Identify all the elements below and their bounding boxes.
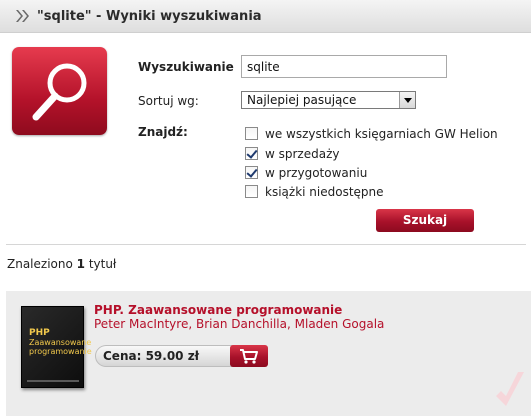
add-to-cart-button[interactable] [230,345,268,367]
price-label: Cena: 59.00 zł [103,349,200,363]
sort-select-value: Najlepiej pasujące [247,93,357,107]
book-cover-footer [27,380,79,382]
checkbox-all-bookstores-label[interactable]: we wszystkich księgarniach GW Helion [265,127,498,141]
checkbox-unavailable-label[interactable]: książki niedostępne [265,185,384,199]
checkbox-all-bookstores[interactable] [245,127,258,140]
search-button[interactable]: Szukaj [376,209,474,232]
results-count-suffix: tytuł [85,257,117,271]
query-label: Wyszukiwanie [138,60,234,74]
find-label: Znajdź: [138,125,188,139]
search-logo [12,47,107,135]
page-header: "sqlite" - Wyniki wyszukiwania [0,0,531,33]
checkbox-in-sale[interactable] [245,147,258,160]
shopping-cart-icon [240,349,258,364]
sort-label: Sortuj wg: [138,94,199,108]
page-title: "sqlite" - Wyniki wyszukiwania [37,9,262,24]
double-chevron-right-icon [16,10,29,22]
sort-select[interactable]: Najlepiej pasujące [241,91,416,109]
checkbox-in-preparation-label[interactable]: w przygotowaniu [265,166,367,180]
checkbox-in-sale-label[interactable]: w sprzedaży [265,147,339,161]
book-cover-title: PHP [29,328,50,338]
divider [6,244,526,245]
results-count: Znaleziono 1 tytuł [7,257,116,271]
book-cover-subtitle: Zaawansowane programowanie [29,338,92,356]
book-title-link[interactable]: PHP. Zaawansowane programowanie [94,303,342,317]
book-cover[interactable]: PHP Zaawansowane programowanie [21,306,92,388]
brand-watermark-icon [496,372,524,406]
results-count-prefix: Znaleziono [7,257,77,271]
checkbox-in-preparation[interactable] [245,166,258,179]
magnifier-icon [32,63,87,121]
checkbox-unavailable[interactable] [245,185,258,198]
results-count-number: 1 [76,257,85,271]
search-input[interactable] [241,55,447,78]
book-authors: Peter MacIntyre, Brian Danchilla, Mladen… [94,317,385,331]
chevron-down-icon[interactable] [399,92,415,108]
